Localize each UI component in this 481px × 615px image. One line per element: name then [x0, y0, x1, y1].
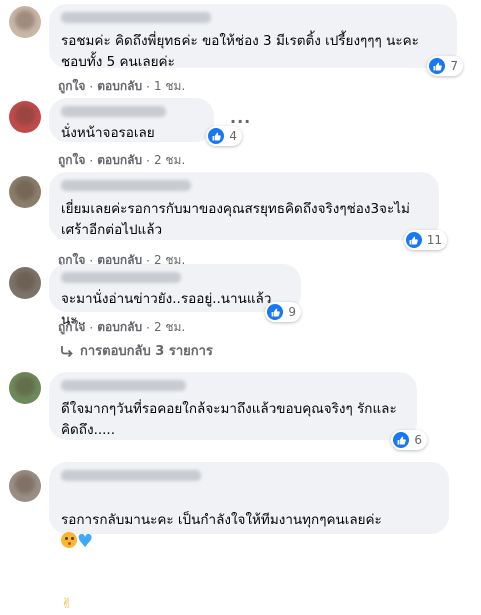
comment-text: ดีใจมากๆวันที่รอคอยใกล้จะมาถึงแล้วขอบคุณ… — [61, 401, 397, 438]
separator: · — [89, 153, 94, 168]
avatar[interactable] — [9, 101, 41, 133]
replies-count-label: การตอบกลับ 3 รายการ — [80, 344, 213, 359]
like-reaction-icon — [405, 232, 422, 248]
author-name-blurred[interactable] — [61, 272, 181, 283]
like-link[interactable]: ถูกใจ — [58, 151, 85, 170]
avatar[interactable] — [9, 470, 41, 502]
reaction-number: 7 — [450, 59, 458, 73]
comment-bubble: จะมานั่งอ่านข่าวยัง..รออยู่..นานแล้วนะ..… — [49, 264, 301, 328]
separator: · — [146, 320, 150, 335]
comment-bubble: เยี่ยมเลยค่ะรอการกับมาของคุณสรยุทธคิดถึง… — [49, 172, 447, 250]
comment-text: รอการกลับมานะคะ เป็นกำลังใจให้ทีมงานทุกๆ… — [61, 489, 437, 615]
author-name-blurred[interactable] — [61, 106, 166, 117]
reaction-number: 9 — [288, 305, 296, 319]
author-name-blurred[interactable] — [61, 470, 201, 481]
timestamp[interactable]: 1 ชม. — [154, 77, 185, 96]
like-reaction-icon — [393, 432, 410, 448]
avatar[interactable] — [9, 6, 41, 38]
comment-text: เยี่ยมเลยค่ะรอการกับมาของคุณสรยุทธคิดถึง… — [61, 201, 410, 238]
separator: · — [146, 153, 150, 168]
comment-bubble: รอชมค่ะ คิดถึงพี่ยุทธค่ะ ขอให้ช่อง 3 มีเ… — [49, 4, 463, 76]
author-name-blurred[interactable] — [61, 380, 186, 391]
reaction-number: 6 — [414, 433, 422, 447]
author-name-blurred[interactable] — [61, 180, 191, 191]
comment-bubble: ดีใจมากๆวันที่รอคอยใกล้จะมาถึงแล้วขอบคุณ… — [49, 372, 427, 450]
reaction-count[interactable]: 9 — [265, 302, 301, 322]
comment-bubble: รอการกลับมานะคะ เป็นกำลังใจให้ทีมงานทุกๆ… — [49, 462, 449, 612]
avatar[interactable] — [9, 176, 41, 208]
comment-actions: ถูกใจ · ตอบกลับ · 2 ชม. — [58, 151, 185, 170]
comment-text: รอชมค่ะ คิดถึงพี่ยุทธค่ะ ขอให้ช่อง 3 มีเ… — [61, 33, 419, 70]
like-link[interactable]: ถูกใจ — [58, 318, 85, 337]
like-reaction-icon — [267, 304, 284, 320]
avatar[interactable] — [9, 267, 41, 299]
reply-link[interactable]: ตอบกลับ — [97, 77, 142, 96]
reaction-number: 4 — [229, 129, 237, 143]
separator: · — [89, 79, 94, 94]
reaction-count[interactable]: 6 — [391, 430, 427, 450]
timestamp[interactable]: 2 ชม. — [154, 151, 185, 170]
comment-text: นั่งหน้าจอรอเลย — [61, 125, 155, 141]
more-options-icon[interactable]: ··· — [230, 112, 251, 131]
reaction-count[interactable]: 7 — [427, 56, 463, 76]
like-link[interactable]: ถูกใจ — [58, 77, 85, 96]
separator: · — [89, 320, 94, 335]
like-reaction-icon — [208, 128, 225, 144]
reaction-count[interactable]: 11 — [403, 230, 447, 250]
kiss-emoji-icon — [61, 532, 77, 548]
comment-text-body: รอการกลับมานะคะ เป็นกำลังใจให้ทีมงานทุกๆ… — [61, 512, 382, 528]
separator: · — [146, 79, 150, 94]
comment-actions: ถูกใจ · ตอบกลับ · 1 ชม. — [58, 77, 185, 96]
reply-link[interactable]: ตอบกลับ — [97, 151, 142, 170]
avatar[interactable] — [9, 372, 41, 404]
comment-actions: ถูกใจ · ตอบกลับ · 2 ชม. — [58, 318, 185, 337]
blue-heart-icon: ♥ — [77, 531, 94, 552]
ok-hand-emoji-icon: ✌ — [61, 596, 73, 612]
reply-arrow-icon — [61, 345, 73, 357]
author-name-blurred[interactable] — [61, 12, 211, 23]
reaction-number: 11 — [426, 233, 442, 247]
view-replies-link[interactable]: การตอบกลับ 3 รายการ — [60, 340, 213, 361]
comment-bubble: นั่งหน้าจอรอเลย 4 — [49, 98, 242, 146]
reply-link[interactable]: ตอบกลับ — [97, 318, 142, 337]
timestamp[interactable]: 2 ชม. — [154, 318, 185, 337]
like-reaction-icon — [429, 58, 446, 74]
